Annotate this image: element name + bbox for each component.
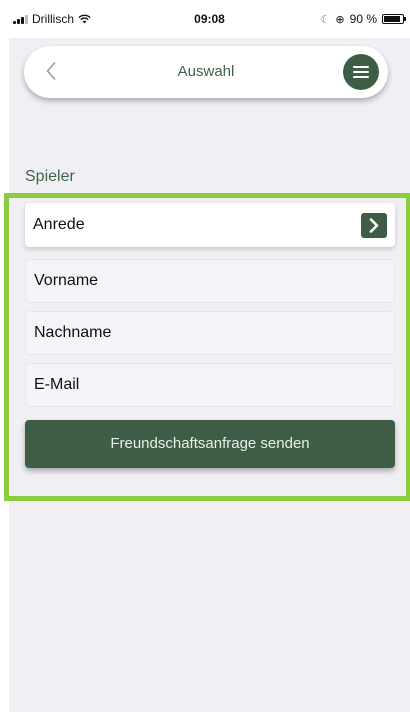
battery-percent: 90 %	[349, 12, 377, 26]
status-right: ☾ ⊕ 90 %	[320, 12, 406, 26]
salutation-chevron-button[interactable]	[361, 213, 387, 238]
first-name-field[interactable]: Vorname	[25, 259, 395, 303]
battery-icon	[382, 14, 406, 24]
salutation-label: Anrede	[33, 216, 85, 233]
email-field[interactable]: E-Mail	[25, 363, 395, 407]
first-name-placeholder: Vorname	[34, 272, 99, 289]
last-name-field[interactable]: Nachname	[25, 311, 395, 355]
salutation-select[interactable]: Anrede	[25, 203, 395, 247]
status-bar: Drillisch 09:08 ☾ ⊕ 90 %	[9, 0, 410, 38]
battery-fill	[384, 16, 400, 22]
navigation-bar: Auswahl	[24, 46, 388, 98]
rotation-lock-icon: ⊕	[335, 13, 345, 26]
email-placeholder: E-Mail	[34, 376, 80, 393]
app-screen: Drillisch 09:08 ☾ ⊕ 90 % Auswahl Spieler…	[4, 0, 410, 712]
hamburger-menu-icon	[353, 66, 369, 78]
last-name-placeholder: Nachname	[34, 324, 112, 341]
send-friend-request-button[interactable]: Freundschaftsanfrage senden	[25, 420, 395, 468]
chevron-right-icon	[369, 218, 379, 233]
menu-button[interactable]	[343, 54, 379, 90]
page-title: Auswahl	[177, 63, 235, 80]
section-title: Spieler	[25, 168, 75, 185]
moon-icon: ☾	[320, 13, 331, 26]
